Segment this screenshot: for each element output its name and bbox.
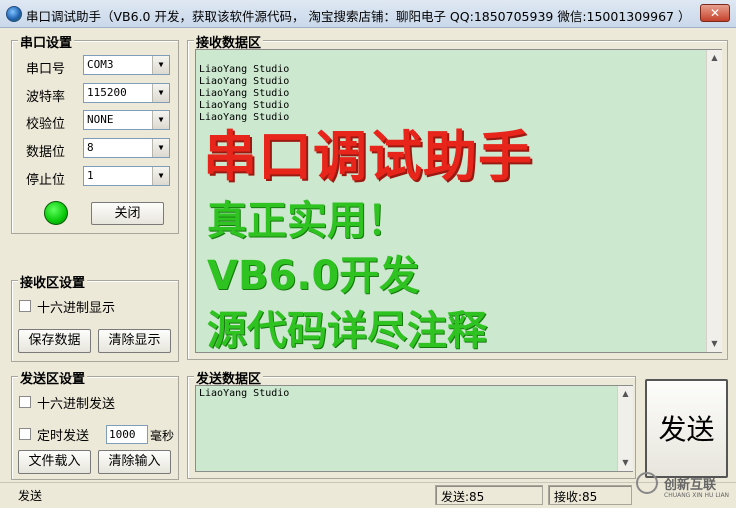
watermark-brand: 创新互联 xyxy=(664,478,717,493)
port-status-indicator xyxy=(44,201,68,225)
stopbits-value: 1 xyxy=(87,169,94,182)
chevron-down-icon[interactable]: ▼ xyxy=(152,139,169,157)
close-button[interactable]: ✕ xyxy=(700,4,730,22)
interval-unit-label: 毫秒 xyxy=(150,429,175,443)
clear-input-button[interactable]: 清除输入 xyxy=(98,450,171,474)
scroll-up-icon[interactable]: ▲ xyxy=(618,386,633,402)
receive-line: LiaoYang Studio xyxy=(199,88,290,99)
status-text: 发送 xyxy=(18,489,43,503)
databits-label: 数据位 xyxy=(26,145,66,160)
overlay-line-3: 源代码详尽注释 xyxy=(207,308,487,354)
hex-send-label: 十六进制发送 xyxy=(37,397,116,412)
stopbits-select[interactable]: 1 ▼ xyxy=(83,166,170,186)
baud-value: 115200 xyxy=(87,86,127,99)
open-close-port-button[interactable]: 关闭 xyxy=(91,202,164,225)
interval-input[interactable]: 1000 xyxy=(106,425,148,444)
hex-display-checkbox[interactable] xyxy=(19,300,31,312)
received-count: 接收:85 xyxy=(548,485,632,505)
chevron-down-icon[interactable]: ▼ xyxy=(152,84,169,102)
timed-send-label: 定时发送 xyxy=(37,429,90,444)
databits-value: 8 xyxy=(87,141,94,154)
send-textarea[interactable]: LiaoYang Studio xyxy=(195,385,633,472)
load-file-button[interactable]: 文件载入 xyxy=(18,450,91,474)
port-label: 串口号 xyxy=(26,62,66,77)
parity-value: NONE xyxy=(87,113,114,126)
send-scrollbar[interactable]: ▲ ▼ xyxy=(617,386,633,471)
send-button[interactable]: 发送 xyxy=(645,379,728,478)
clear-display-button[interactable]: 清除显示 xyxy=(98,329,171,353)
save-data-button[interactable]: 保存数据 xyxy=(18,329,91,353)
receive-scrollbar[interactable]: ▲ ▼ xyxy=(706,50,722,352)
window-title: 串口调试助手（VB6.0 开发，获取该软件源代码， 淘宝搜索店铺：聊阳电子 QQ… xyxy=(26,9,691,24)
timed-send-checkbox[interactable] xyxy=(19,428,31,440)
hex-send-checkbox[interactable] xyxy=(19,396,31,408)
databits-select[interactable]: 8 ▼ xyxy=(83,138,170,158)
parity-select[interactable]: NONE ▼ xyxy=(83,110,170,130)
brand-logo-icon xyxy=(636,472,658,494)
receive-line: LiaoYang Studio xyxy=(199,76,290,87)
receive-settings-title: 接收区设置 xyxy=(18,272,88,291)
serial-settings-title: 串口设置 xyxy=(18,32,75,51)
overlay-line-1: 真正实用！ xyxy=(207,198,407,244)
parity-label: 校验位 xyxy=(26,117,66,132)
scroll-up-icon[interactable]: ▲ xyxy=(707,50,722,66)
watermark-sub: CHUANG XIN HU LIAN xyxy=(664,492,730,499)
stopbits-label: 停止位 xyxy=(26,173,66,188)
overlay-headline: 串口调试助手 xyxy=(203,125,533,188)
scroll-down-icon[interactable]: ▼ xyxy=(707,336,722,352)
scroll-down-icon[interactable]: ▼ xyxy=(618,455,633,471)
chevron-down-icon[interactable]: ▼ xyxy=(152,111,169,129)
baud-label: 波特率 xyxy=(26,90,66,105)
chevron-down-icon[interactable]: ▼ xyxy=(152,56,169,74)
port-select[interactable]: COM3 ▼ xyxy=(83,55,170,75)
chevron-down-icon[interactable]: ▼ xyxy=(152,167,169,185)
hex-display-label: 十六进制显示 xyxy=(37,301,116,316)
receive-line: LiaoYang Studio xyxy=(199,100,290,111)
overlay-line-2: VB6.0开发 xyxy=(207,253,420,299)
send-settings-title: 发送区设置 xyxy=(18,368,88,387)
baud-select[interactable]: 115200 ▼ xyxy=(83,83,170,103)
receive-line: LiaoYang Studio xyxy=(199,64,290,75)
app-globe-icon xyxy=(6,6,22,22)
port-value: COM3 xyxy=(87,58,114,71)
sent-count: 发送:85 xyxy=(435,485,543,505)
